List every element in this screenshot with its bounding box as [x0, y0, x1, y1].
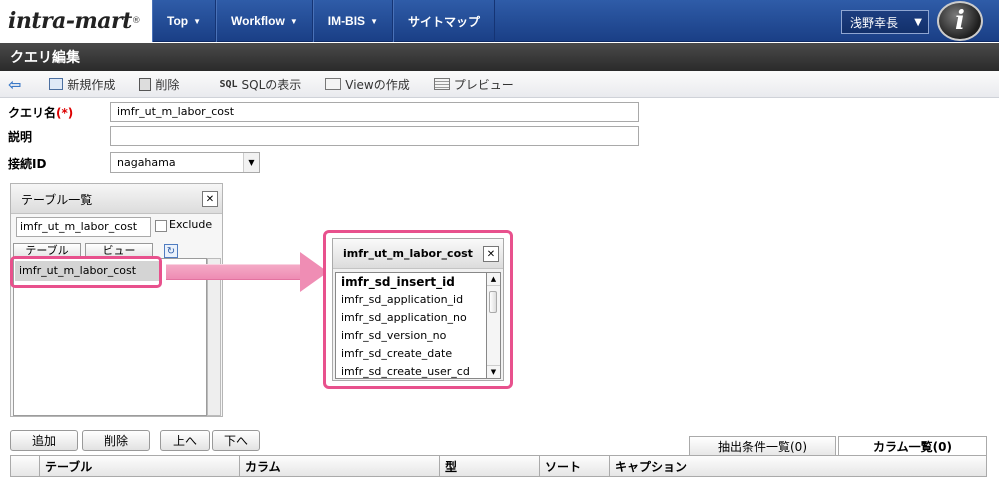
nav-im-bis[interactable]: IM-BIS ▼ — [312, 0, 393, 42]
description-label: 説明 — [8, 130, 33, 144]
query-name-label-text: クエリ名 — [8, 106, 57, 120]
caret-down-icon: ▼ — [370, 16, 378, 26]
main-nav: Top ▼ Workflow ▼ IM-BIS ▼ サイトマップ — [152, 0, 496, 42]
scroll-down-icon[interactable]: ▼ — [487, 365, 500, 378]
intra-mart-logo[interactable]: intra-mart ® — [0, 0, 152, 42]
nav-top-label: Top — [167, 14, 189, 28]
back-arrow-icon: ⇦ — [8, 74, 22, 94]
delete-button[interactable]: 削除 — [139, 76, 179, 93]
description-input[interactable] — [110, 126, 639, 146]
col-header-type[interactable]: 型 — [439, 456, 539, 476]
close-icon[interactable]: ✕ — [202, 191, 218, 207]
column-list: imfr_sd_insert_id imfr_sd_application_id… — [335, 272, 487, 379]
toolbar: ⇦ 新規作成 削除 SQL SQLの表示 Viewの作成 プレビュー — [0, 71, 999, 98]
list-item[interactable]: imfr_sd_create_user_cd — [336, 363, 486, 381]
exclude-label: Exclude — [169, 218, 213, 231]
nav-sitemap[interactable]: サイトマップ — [393, 0, 496, 42]
table-list-panel: テーブル一覧 ✕ imfr_ut_m_labor_cost Exclude テー… — [10, 183, 223, 417]
column-list-scrollbar[interactable]: ▲ ▼ — [487, 272, 501, 379]
tab-columns[interactable]: カラム一覧(0) — [838, 436, 987, 456]
scroll-up-icon[interactable]: ▲ — [487, 273, 500, 286]
tab-view[interactable]: ビュー — [85, 243, 153, 257]
refresh-icon[interactable]: ↻ — [164, 244, 178, 258]
user-menu-button[interactable]: 浅野幸長 ▼ — [841, 10, 929, 34]
window-icon — [325, 78, 342, 90]
col-header-column[interactable]: カラム — [239, 456, 439, 476]
list-item[interactable]: imfr_sd_application_no — [336, 309, 486, 327]
list-item[interactable]: imfr_sd_create_date — [336, 345, 486, 363]
user-name: 浅野幸長 — [850, 15, 899, 30]
col-header-table[interactable]: テーブル — [39, 456, 239, 476]
connection-id-value: nagahama — [117, 156, 176, 169]
document-icon — [433, 78, 450, 90]
column-list-popup: imfr_ut_m_labor_cost ✕ imfr_sd_insert_id… — [332, 238, 504, 381]
move-up-button[interactable]: 上へ — [160, 430, 210, 451]
add-button[interactable]: 追加 — [10, 430, 78, 451]
required-mark: (*) — [56, 106, 74, 120]
nav-workflow[interactable]: Workflow ▼ — [216, 0, 313, 42]
query-name-input[interactable]: imfr_ut_m_labor_cost — [110, 102, 639, 122]
list-item[interactable]: imfr_sd_application_id — [336, 291, 486, 309]
move-down-button[interactable]: 下へ — [212, 430, 260, 451]
table-list-scrollbar[interactable] — [207, 258, 221, 416]
arrow-shaft — [166, 264, 301, 280]
list-item[interactable]: imfr_sd_insert_id — [336, 273, 486, 291]
caret-down-icon: ▼ — [914, 16, 922, 28]
caret-down-icon: ▼ — [289, 16, 298, 26]
view-create-label: Viewの作成 — [345, 77, 410, 92]
tab-table[interactable]: テーブル — [13, 243, 81, 257]
page-title: クエリ編集 — [0, 43, 999, 71]
list-item[interactable]: imfr_sd_version_no — [336, 327, 486, 345]
back-button[interactable]: ⇦ — [8, 75, 25, 94]
trash-icon — [139, 77, 152, 91]
nav-sitemap-label: サイトマップ — [408, 14, 481, 29]
col-header-sort[interactable]: ソート — [539, 456, 609, 476]
view-create-button[interactable]: Viewの作成 — [325, 76, 410, 93]
registered-mark: ® — [131, 16, 141, 26]
nav-top[interactable]: Top ▼ — [152, 0, 217, 42]
top-navigation-bar: intra-mart ® Top ▼ Workflow ▼ IM-BIS ▼ サイトマッ… — [0, 0, 999, 42]
book-icon — [49, 78, 64, 90]
tab-conditions[interactable]: 抽出条件一覧(0) — [689, 436, 836, 456]
scroll-thumb[interactable] — [489, 291, 497, 313]
sql-show-button[interactable]: SQL SQLの表示 — [219, 76, 301, 93]
exclude-checkbox[interactable] — [155, 220, 167, 232]
new-button-label: 新規作成 — [67, 77, 116, 92]
column-popup-title: imfr_ut_m_labor_cost — [333, 239, 503, 269]
nav-workflow-label: Workflow — [231, 14, 285, 28]
delete-row-button[interactable]: 削除 — [82, 430, 150, 451]
highlight-selected-table — [10, 256, 162, 288]
column-grid-header: テーブル カラム 型 ソート キャプション — [10, 455, 987, 477]
sql-icon: SQL — [219, 78, 238, 90]
connection-id-select[interactable]: nagahama ▼ — [110, 152, 260, 173]
connection-id-label: 接続ID — [8, 157, 47, 171]
preview-label: プレビュー — [453, 77, 514, 92]
preview-button[interactable]: プレビュー — [433, 76, 514, 93]
nav-im-bis-label: IM-BIS — [327, 14, 366, 28]
table-filter-input[interactable]: imfr_ut_m_labor_cost — [16, 217, 151, 237]
chevron-down-icon[interactable]: ▼ — [243, 153, 259, 172]
caret-down-icon: ▼ — [193, 16, 202, 26]
sql-show-label: SQLの表示 — [241, 77, 302, 92]
col-header-caption[interactable]: キャプション — [609, 456, 969, 476]
delete-button-label: 削除 — [155, 77, 180, 92]
intra-mart-i-logo-icon[interactable]: i — [937, 1, 983, 41]
new-button[interactable]: 新規作成 — [49, 76, 115, 93]
query-name-label: クエリ名(*) — [8, 104, 73, 121]
close-icon[interactable]: ✕ — [483, 246, 499, 262]
logo-text: intra-mart — [8, 8, 132, 34]
table-list-title: テーブル一覧 — [11, 184, 222, 214]
